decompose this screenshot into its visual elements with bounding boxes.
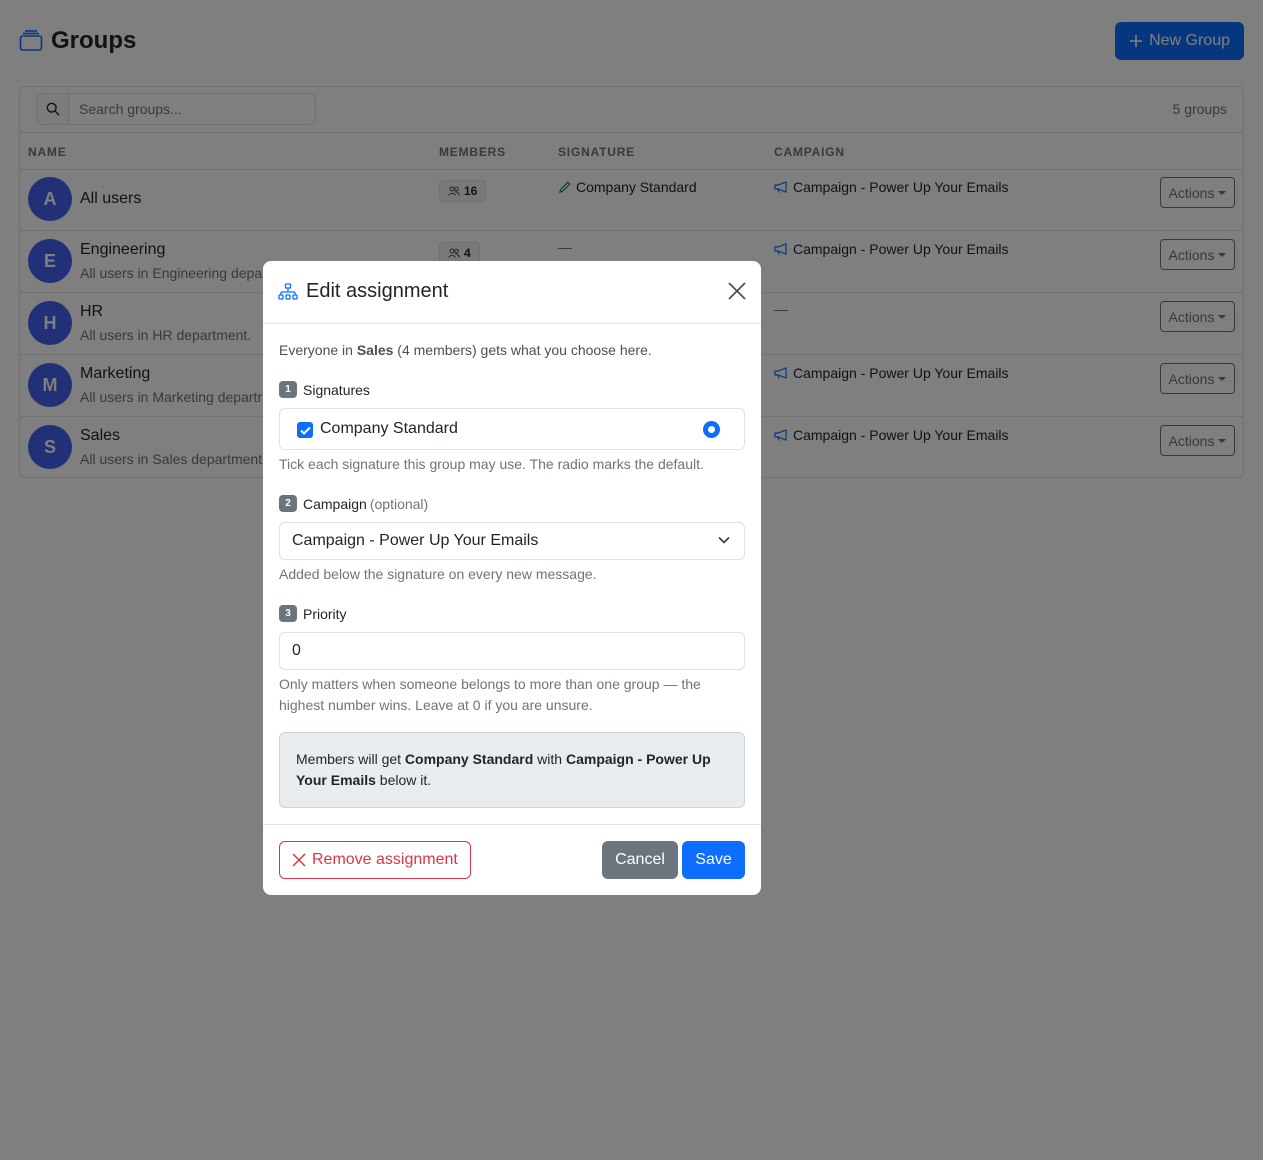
assignment-summary: Members will get Company Standard with C… bbox=[279, 732, 745, 808]
summary-signature: Company Standard bbox=[404, 751, 534, 767]
step-number: 3 bbox=[279, 605, 297, 622]
chevron-down-icon bbox=[718, 536, 730, 544]
remove-assignment-label: Remove assignment bbox=[312, 851, 458, 868]
summary-text: with bbox=[533, 751, 566, 767]
x-icon bbox=[292, 853, 306, 867]
signature-help: Tick each signature this group may use. … bbox=[279, 456, 704, 472]
step-number: 1 bbox=[279, 381, 297, 398]
summary-line-2: Your Emails below it. bbox=[296, 770, 728, 791]
priority-help-line-2: highest number wins. Leave at 0 if you a… bbox=[279, 697, 593, 713]
summary-text: Members will get bbox=[296, 751, 405, 767]
step-label-text: Priority bbox=[303, 605, 347, 622]
intro-group: Sales bbox=[356, 342, 394, 358]
radio-dot bbox=[708, 426, 715, 433]
step-number: 2 bbox=[279, 495, 297, 512]
priority-help: Only matters when someone belongs to mor… bbox=[279, 674, 701, 716]
close-button[interactable] bbox=[727, 281, 747, 301]
remove-assignment-button[interactable]: Remove assignment bbox=[279, 841, 471, 879]
campaign-select[interactable]: Campaign - Power Up Your Emails bbox=[279, 522, 745, 560]
intro-prefix: Everyone in bbox=[279, 342, 357, 358]
summary-line-1: Members will get Company Standard with C… bbox=[296, 749, 728, 770]
campaign-select-value: Campaign - Power Up Your Emails bbox=[292, 532, 539, 549]
modal-title-wrap: Edit assignment bbox=[278, 280, 448, 303]
signature-checkbox[interactable] bbox=[297, 422, 313, 438]
check-icon bbox=[299, 426, 311, 435]
priority-label: 3 Priority bbox=[279, 605, 347, 622]
modal-intro: Everyone in Sales (4 members) gets what … bbox=[279, 342, 652, 358]
optional-label: (optional) bbox=[369, 495, 429, 512]
cancel-button[interactable]: Cancel bbox=[602, 841, 678, 879]
save-button[interactable]: Save bbox=[682, 841, 745, 879]
campaign-help: Added below the signature on every new m… bbox=[279, 566, 597, 582]
campaign-label: 2 Campaign (optional) bbox=[279, 495, 428, 512]
diagram-icon bbox=[278, 282, 298, 300]
signatures-label: 1 Signatures bbox=[279, 381, 370, 398]
modal-footer: Remove assignment Cancel Save bbox=[263, 824, 761, 895]
intro-suffix: (4 members) gets what you choose here. bbox=[393, 342, 652, 358]
default-signature-radio[interactable] bbox=[703, 421, 720, 438]
close-icon bbox=[728, 282, 746, 300]
signature-option-label: Company Standard bbox=[320, 420, 458, 437]
summary-campaign: Your Emails bbox=[296, 772, 376, 788]
priority-input[interactable] bbox=[279, 632, 745, 670]
modal-header: Edit assignment bbox=[263, 261, 761, 324]
edit-assignment-modal: Edit assignment Everyone in Sales (4 mem… bbox=[263, 261, 761, 895]
step-label-text: Signatures bbox=[303, 381, 370, 398]
modal-title: Edit assignment bbox=[306, 280, 449, 302]
summary-text: below it. bbox=[375, 772, 432, 788]
summary-campaign: Campaign - Power Up bbox=[565, 751, 711, 767]
step-label-text: Campaign bbox=[303, 495, 367, 512]
priority-help-line-1: Only matters when someone belongs to mor… bbox=[279, 676, 701, 692]
signature-option[interactable]: Company Standard bbox=[279, 408, 745, 450]
